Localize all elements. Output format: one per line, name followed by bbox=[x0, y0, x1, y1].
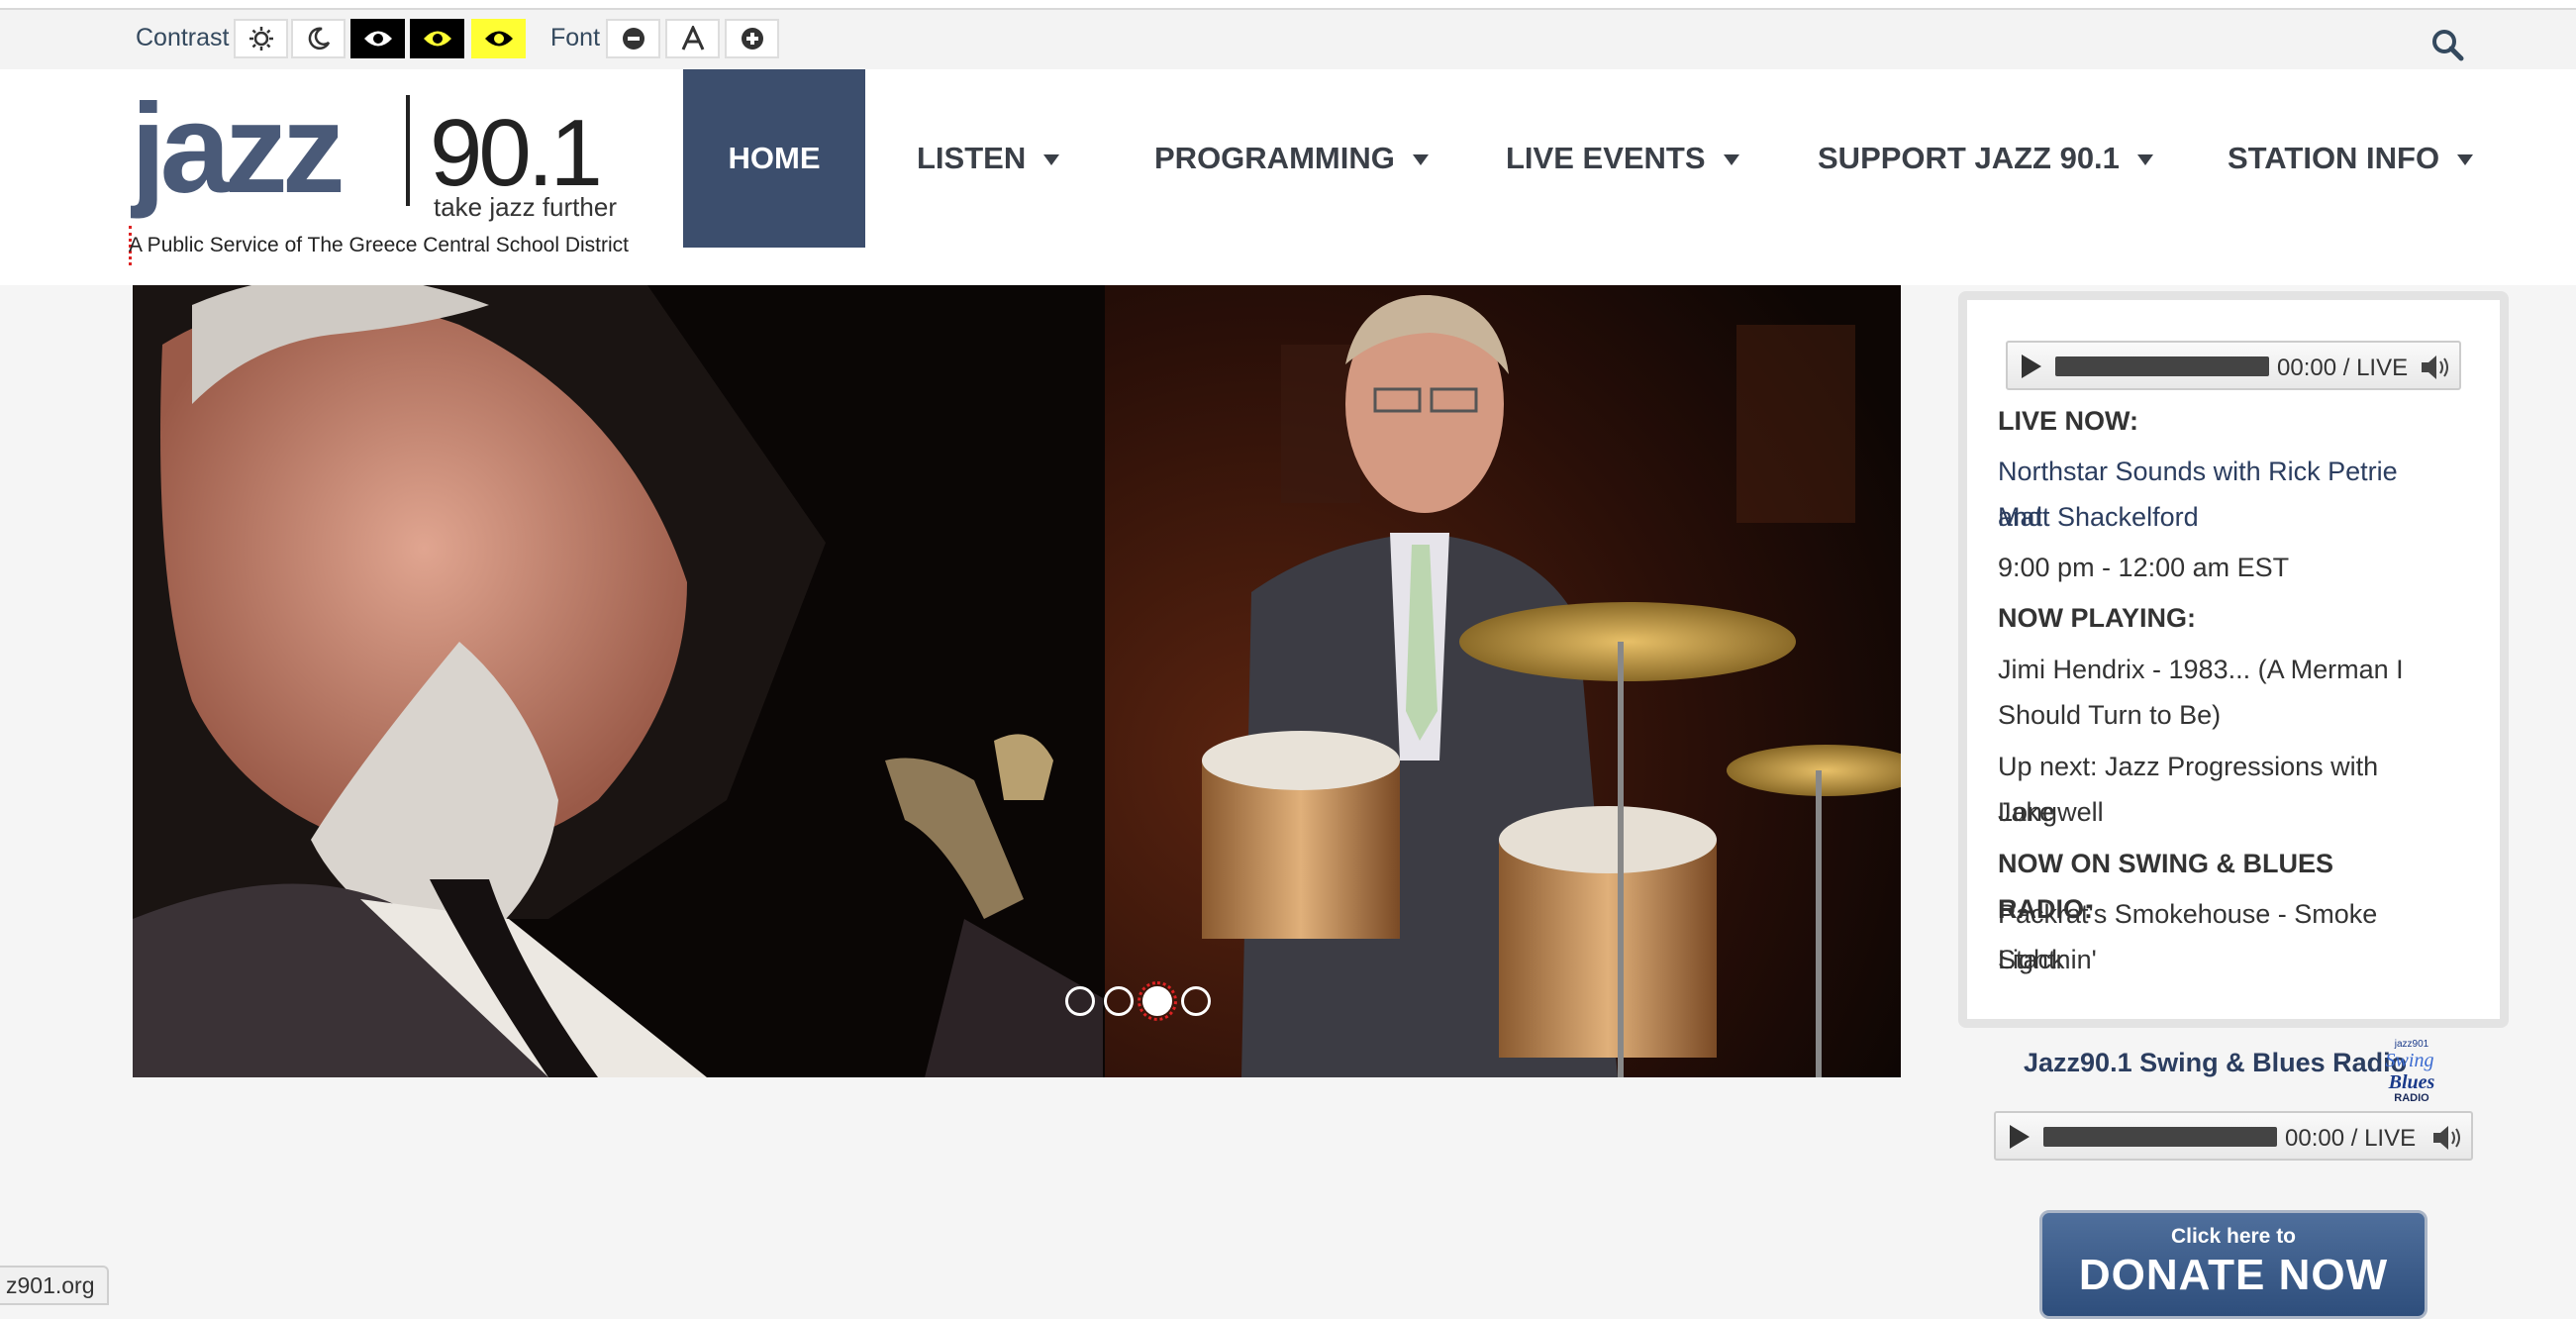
minus-icon bbox=[622, 28, 644, 50]
nav-programming-label: PROGRAMMING bbox=[1154, 141, 1395, 175]
caret-down-icon bbox=[1723, 154, 1739, 166]
nav-live-events-label: LIVE EVENTS bbox=[1506, 141, 1706, 175]
play-icon[interactable] bbox=[2022, 355, 2041, 378]
caret-down-icon bbox=[2136, 154, 2153, 166]
volume-icon[interactable] bbox=[2420, 354, 2453, 381]
donate-now-button[interactable]: Click here to DONATE NOW bbox=[2039, 1210, 2427, 1319]
nav-live-events[interactable]: LIVE EVENTS bbox=[1506, 141, 1739, 176]
site-tagline: A Public Service of The Greece Central S… bbox=[129, 234, 629, 256]
eye-yellow-on-black-icon bbox=[423, 31, 451, 47]
search-icon[interactable] bbox=[2430, 28, 2464, 61]
now-playing-line2: Should Turn to Be) bbox=[1998, 700, 2222, 730]
nav-programming[interactable]: PROGRAMMING bbox=[1154, 141, 1429, 176]
progress-bar[interactable] bbox=[2043, 1127, 2277, 1147]
status-bar-url: z901.org bbox=[0, 1266, 109, 1305]
caret-down-icon bbox=[1412, 154, 1429, 166]
sun-icon bbox=[248, 27, 273, 51]
swing-logo-swing: Swing bbox=[2386, 1050, 2434, 1071]
plus-icon bbox=[741, 28, 763, 50]
now-playing-line1: Jimi Hendrix - 1983... (A Merman I bbox=[1998, 655, 2404, 684]
caret-down-icon bbox=[1043, 154, 1060, 166]
nav-listen[interactable]: LISTEN bbox=[917, 141, 1060, 176]
hero-slide-image bbox=[133, 285, 1901, 1077]
swing-now-line2: Lightnin' bbox=[1998, 945, 2097, 974]
font-a-icon bbox=[681, 26, 704, 51]
font-label: Font bbox=[550, 24, 601, 51]
contrast-white-on-black-button[interactable] bbox=[350, 19, 405, 58]
logo-tagline: take jazz further bbox=[434, 192, 617, 222]
nav-home[interactable]: HOME bbox=[683, 69, 865, 248]
accessibility-toolbar: Contrast Font bbox=[0, 10, 2576, 69]
slider-dot[interactable] bbox=[1104, 986, 1134, 1016]
slider-dot[interactable] bbox=[1181, 986, 1211, 1016]
eye-black-on-yellow-icon bbox=[484, 31, 513, 47]
eye-white-on-black-icon bbox=[363, 31, 392, 47]
nav-support[interactable]: SUPPORT JAZZ 90.1 bbox=[1818, 141, 2153, 176]
browser-top-edge bbox=[0, 0, 2576, 10]
hero-slider[interactable] bbox=[133, 285, 1901, 1077]
logo-number: 90.1 bbox=[430, 100, 599, 206]
slider-pagination bbox=[1065, 981, 1211, 1021]
nav-support-label: SUPPORT JAZZ 90.1 bbox=[1818, 141, 2120, 175]
volume-icon[interactable] bbox=[2431, 1124, 2465, 1152]
audio-player-main[interactable]: 00:00 / LIVE bbox=[2006, 341, 2461, 390]
font-reset-button[interactable] bbox=[665, 19, 720, 58]
nav-station-info[interactable]: STATION INFO bbox=[2228, 141, 2474, 176]
swing-blues-title[interactable]: Jazz90.1 Swing & Blues Radio bbox=[2024, 1048, 2407, 1078]
jazz901-logo[interactable]: jazz 90.1 take jazz further bbox=[131, 81, 626, 230]
slider-dot[interactable] bbox=[1065, 986, 1095, 1016]
up-next-line2: Longwell bbox=[1998, 797, 2104, 827]
site-header: jazz 90.1 take jazz further A Public Ser… bbox=[0, 69, 2576, 285]
swing-blues-logo[interactable]: jazz901 Swing Blues RADIO bbox=[2380, 1037, 2443, 1104]
now-playing-label: NOW PLAYING: bbox=[1998, 603, 2197, 633]
donate-small-text: Click here to bbox=[2170, 1225, 2297, 1248]
play-icon[interactable] bbox=[2010, 1125, 2030, 1149]
live-now-time: 9:00 pm - 12:00 am EST bbox=[1998, 553, 2290, 582]
swing-logo-top: jazz901 bbox=[2394, 1039, 2429, 1050]
font-decrease-button[interactable] bbox=[606, 19, 660, 58]
contrast-yellow-on-black-button[interactable] bbox=[410, 19, 464, 58]
audio-player-swing[interactable]: 00:00 / LIVE bbox=[1994, 1111, 2473, 1161]
logo-word: jazz bbox=[131, 81, 342, 220]
contrast-black-on-yellow-button[interactable] bbox=[471, 19, 526, 58]
donate-big-text: DONATE NOW bbox=[2078, 1251, 2389, 1299]
nav-station-info-label: STATION INFO bbox=[2228, 141, 2440, 175]
font-increase-button[interactable] bbox=[725, 19, 779, 58]
contrast-dark-button[interactable] bbox=[291, 19, 346, 58]
nav-listen-label: LISTEN bbox=[917, 141, 1027, 175]
slider-dot-active[interactable] bbox=[1138, 981, 1177, 1021]
caret-down-icon bbox=[2457, 154, 2474, 166]
player-time: 00:00 / LIVE bbox=[2277, 355, 2409, 381]
live-now-show-line2[interactable]: Matt Shackelford bbox=[1998, 494, 2433, 540]
contrast-label: Contrast bbox=[136, 24, 230, 51]
contrast-light-button[interactable] bbox=[234, 19, 288, 58]
live-now-label: LIVE NOW: bbox=[1998, 406, 2139, 436]
moon-icon bbox=[308, 27, 330, 50]
swing-logo-radio: RADIO bbox=[2394, 1092, 2429, 1104]
swing-logo-blues: Blues bbox=[2388, 1071, 2435, 1093]
progress-bar[interactable] bbox=[2055, 356, 2269, 376]
player-time: 00:00 / LIVE bbox=[2285, 1125, 2417, 1152]
